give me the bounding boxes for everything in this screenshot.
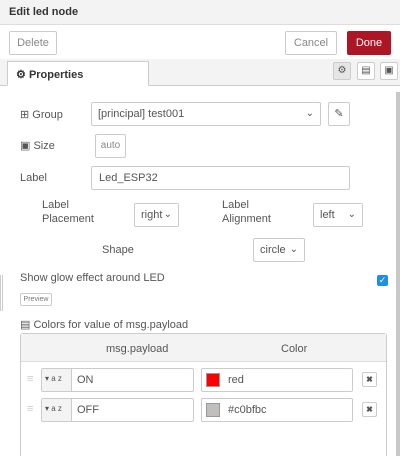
chevron-down-icon: ⌄	[305, 108, 314, 119]
placement-label-line1: Label	[42, 199, 69, 211]
group-label: Group	[32, 109, 63, 121]
size-label: Size	[33, 140, 55, 152]
type-select[interactable]: ▾ a z	[42, 369, 72, 391]
color-value: #c0bfbc	[228, 404, 267, 416]
layout-icon[interactable]: ▣	[380, 62, 398, 80]
remove-row-button[interactable]: ✖	[362, 402, 377, 417]
string-type-icon: a z	[51, 404, 62, 413]
type-select[interactable]: ▾ a z	[42, 399, 72, 421]
resize-handle[interactable]	[0, 275, 3, 311]
payload-value: ON	[77, 374, 94, 386]
tab-properties-label: Properties	[28, 69, 84, 81]
payload-input[interactable]: ▾ a z OFF	[41, 398, 194, 422]
payload-value: OFF	[77, 404, 99, 416]
cancel-button[interactable]: Cancel	[285, 31, 337, 55]
size-button[interactable]: auto	[95, 134, 126, 158]
tab-properties[interactable]: ⚙ Properties	[7, 61, 149, 86]
color-value: red	[228, 374, 244, 386]
color-table: msg.payload Color ≡ ▾ a z ON red ✖ ≡ ▾ a…	[20, 333, 387, 456]
chevron-down-icon: ⌄	[347, 209, 356, 220]
color-input[interactable]: red	[201, 368, 353, 392]
shape-label: Shape	[102, 244, 134, 256]
colors-label-row: ▤ Colors for value of msg.payload	[20, 318, 188, 331]
pencil-icon: ✎	[334, 108, 344, 120]
header-color: Color	[281, 343, 308, 355]
size-icon: ▣	[20, 140, 31, 152]
glow-label: Show glow effect around LED	[20, 272, 165, 284]
table-header: msg.payload Color	[21, 334, 386, 362]
delete-button[interactable]: Delete	[9, 31, 57, 55]
alignment-select-value: left	[320, 209, 335, 221]
string-type-icon: a z	[51, 374, 62, 383]
grid-icon: ⊞	[20, 109, 30, 121]
placement-select[interactable]: right ⌄	[134, 203, 179, 227]
chevron-down-icon: ⌄	[289, 244, 298, 255]
color-input[interactable]: #c0bfbc	[201, 398, 353, 422]
alignment-label-line1: Label	[222, 199, 249, 211]
scrollbar[interactable]	[396, 92, 400, 456]
group-select[interactable]: [principal] test001 ⌄	[91, 102, 321, 126]
shape-select[interactable]: circle ⌄	[253, 238, 305, 262]
group-label-row: ⊞ Group	[20, 108, 63, 121]
color-swatch[interactable]	[206, 373, 220, 387]
tab-strip: ⚙ Properties ⚙ ▤ ▣	[0, 59, 400, 86]
colors-label: Colors for value of msg.payload	[33, 319, 189, 331]
label-input[interactable]: Led_ESP32	[91, 166, 350, 190]
header-msg-payload: msg.payload	[106, 343, 169, 355]
placement-label-line2: Placement	[42, 213, 94, 225]
edit-group-button[interactable]: ✎	[328, 102, 350, 126]
chevron-down-icon: ⌄	[163, 209, 172, 220]
list-icon: ▤	[20, 319, 31, 331]
group-select-value: [principal] test001	[98, 108, 185, 120]
glow-checkbox[interactable]: ✓	[377, 275, 388, 286]
label-label: Label	[20, 172, 47, 184]
gear-icon[interactable]: ⚙	[333, 62, 351, 80]
dialog-title: Edit led node	[0, 0, 400, 25]
drag-handle-icon[interactable]: ≡	[27, 403, 33, 415]
color-swatch[interactable]	[206, 403, 220, 417]
drag-handle-icon[interactable]: ≡	[27, 373, 33, 385]
payload-input[interactable]: ▾ a z ON	[41, 368, 194, 392]
alignment-select[interactable]: left ⌄	[313, 203, 363, 227]
remove-row-button[interactable]: ✖	[362, 372, 377, 387]
shape-select-value: circle	[260, 244, 286, 256]
done-button[interactable]: Done	[347, 31, 391, 55]
placement-select-value: right	[141, 209, 163, 221]
preview-button[interactable]: Preview	[20, 293, 52, 306]
alignment-label-line2: Alignment	[222, 213, 271, 225]
document-icon[interactable]: ▤	[357, 62, 375, 80]
gear-icon: ⚙	[16, 69, 26, 81]
size-label-row: ▣ Size	[20, 139, 55, 152]
